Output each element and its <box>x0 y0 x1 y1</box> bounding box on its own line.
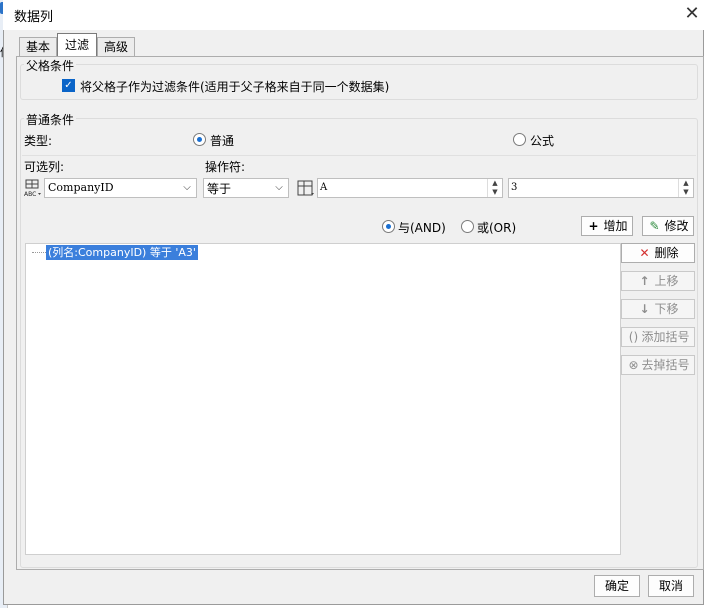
value-left-input[interactable]: A ▲ ▼ <box>317 178 503 198</box>
move-down-button[interactable]: ↓ 下移 <box>621 299 695 319</box>
operator-label: 操作符: <box>205 160 246 174</box>
parent-condition-group-label: 父格条件 <box>24 57 77 74</box>
logic-or-radio[interactable] <box>461 220 474 233</box>
dialog-title: 数据列 <box>14 10 54 25</box>
spinner-arrows-icon[interactable]: ▲ ▼ <box>487 179 502 197</box>
condition-tree-item[interactable]: (列名:CompanyID) 等于 'A3' <box>46 245 198 260</box>
value-right-text: 3 <box>511 182 518 193</box>
remove-bracket-button-label: 去掉括号 <box>641 358 690 372</box>
arrow-down-icon: ↓ <box>639 302 650 316</box>
type-normal-radio[interactable] <box>193 133 206 146</box>
remove-bracket-icon: ⊗ <box>628 358 639 372</box>
logic-and-radio[interactable] <box>382 220 395 233</box>
add-bracket-button-label: 添加括号 <box>641 330 690 344</box>
chevron-down-icon: ⌵ <box>275 182 283 193</box>
logic-or-label: 或(OR) <box>477 221 517 235</box>
move-up-button[interactable]: ↑ 上移 <box>621 271 695 291</box>
remove-bracket-button[interactable]: ⊗ 去掉括号 <box>621 355 695 375</box>
add-button-label: 增加 <box>603 219 628 233</box>
type-formula-label: 公式 <box>530 134 555 148</box>
dialog-titlebar <box>3 0 704 30</box>
operator-select-value: 等于 <box>207 182 232 196</box>
svg-text:ABC: ABC <box>24 191 36 198</box>
tab-filter[interactable]: 过滤 <box>57 33 97 57</box>
move-up-button-label: 上移 <box>654 274 679 288</box>
value-right-input[interactable]: 3 ▲ ▼ <box>508 178 694 198</box>
modify-button[interactable]: ✎ 修改 <box>642 216 694 236</box>
move-down-button-label: 下移 <box>654 302 679 316</box>
plus-icon: + <box>588 219 599 233</box>
arrow-up-icon: ↑ <box>639 274 650 288</box>
condition-tree[interactable]: (列名:CompanyID) 等于 'A3' <box>25 243 621 555</box>
type-label: 类型: <box>24 134 53 148</box>
parent-filter-checkbox-label: 将父格子作为过滤条件(适用于父子格来自于同一个数据集) <box>80 80 390 94</box>
divider <box>22 155 696 156</box>
tree-connector <box>32 252 46 253</box>
delete-button-label: 删除 <box>654 246 679 260</box>
add-button[interactable]: + 增加 <box>581 216 633 236</box>
add-bracket-button[interactable]: () 添加括号 <box>621 327 695 347</box>
ok-button[interactable]: 确定 <box>594 575 640 597</box>
column-select-value: CompanyID <box>48 181 114 194</box>
modify-button-label: 修改 <box>664 219 689 233</box>
tab-basic[interactable]: 基本 <box>19 37 57 56</box>
modify-icon: ✎ <box>649 219 660 233</box>
logic-and-label: 与(AND) <box>398 221 446 235</box>
column-select[interactable]: CompanyID ⌵ <box>44 178 197 198</box>
add-bracket-icon: () <box>628 330 639 344</box>
column-label: 可选列: <box>24 160 65 174</box>
normal-condition-group-label: 普通条件 <box>24 111 77 128</box>
type-formula-radio[interactable] <box>513 133 526 146</box>
delete-button[interactable]: ✕ 删除 <box>621 243 695 263</box>
value-left-text: A <box>320 182 328 193</box>
delete-icon: ✕ <box>639 246 650 260</box>
close-icon[interactable]: ✕ <box>681 3 703 25</box>
column-type-icon[interactable]: ABC <box>23 178 43 198</box>
parent-filter-checkbox[interactable]: ✓ <box>62 79 75 92</box>
tab-advanced[interactable]: 高级 <box>97 37 135 56</box>
chevron-down-icon: ⌵ <box>183 182 191 193</box>
value-type-icon[interactable] <box>296 178 316 198</box>
type-normal-label: 普通 <box>210 134 235 148</box>
operator-select[interactable]: 等于 ⌵ <box>203 178 289 198</box>
cancel-button[interactable]: 取消 <box>648 575 694 597</box>
spinner-arrows-icon[interactable]: ▲ ▼ <box>678 179 693 197</box>
